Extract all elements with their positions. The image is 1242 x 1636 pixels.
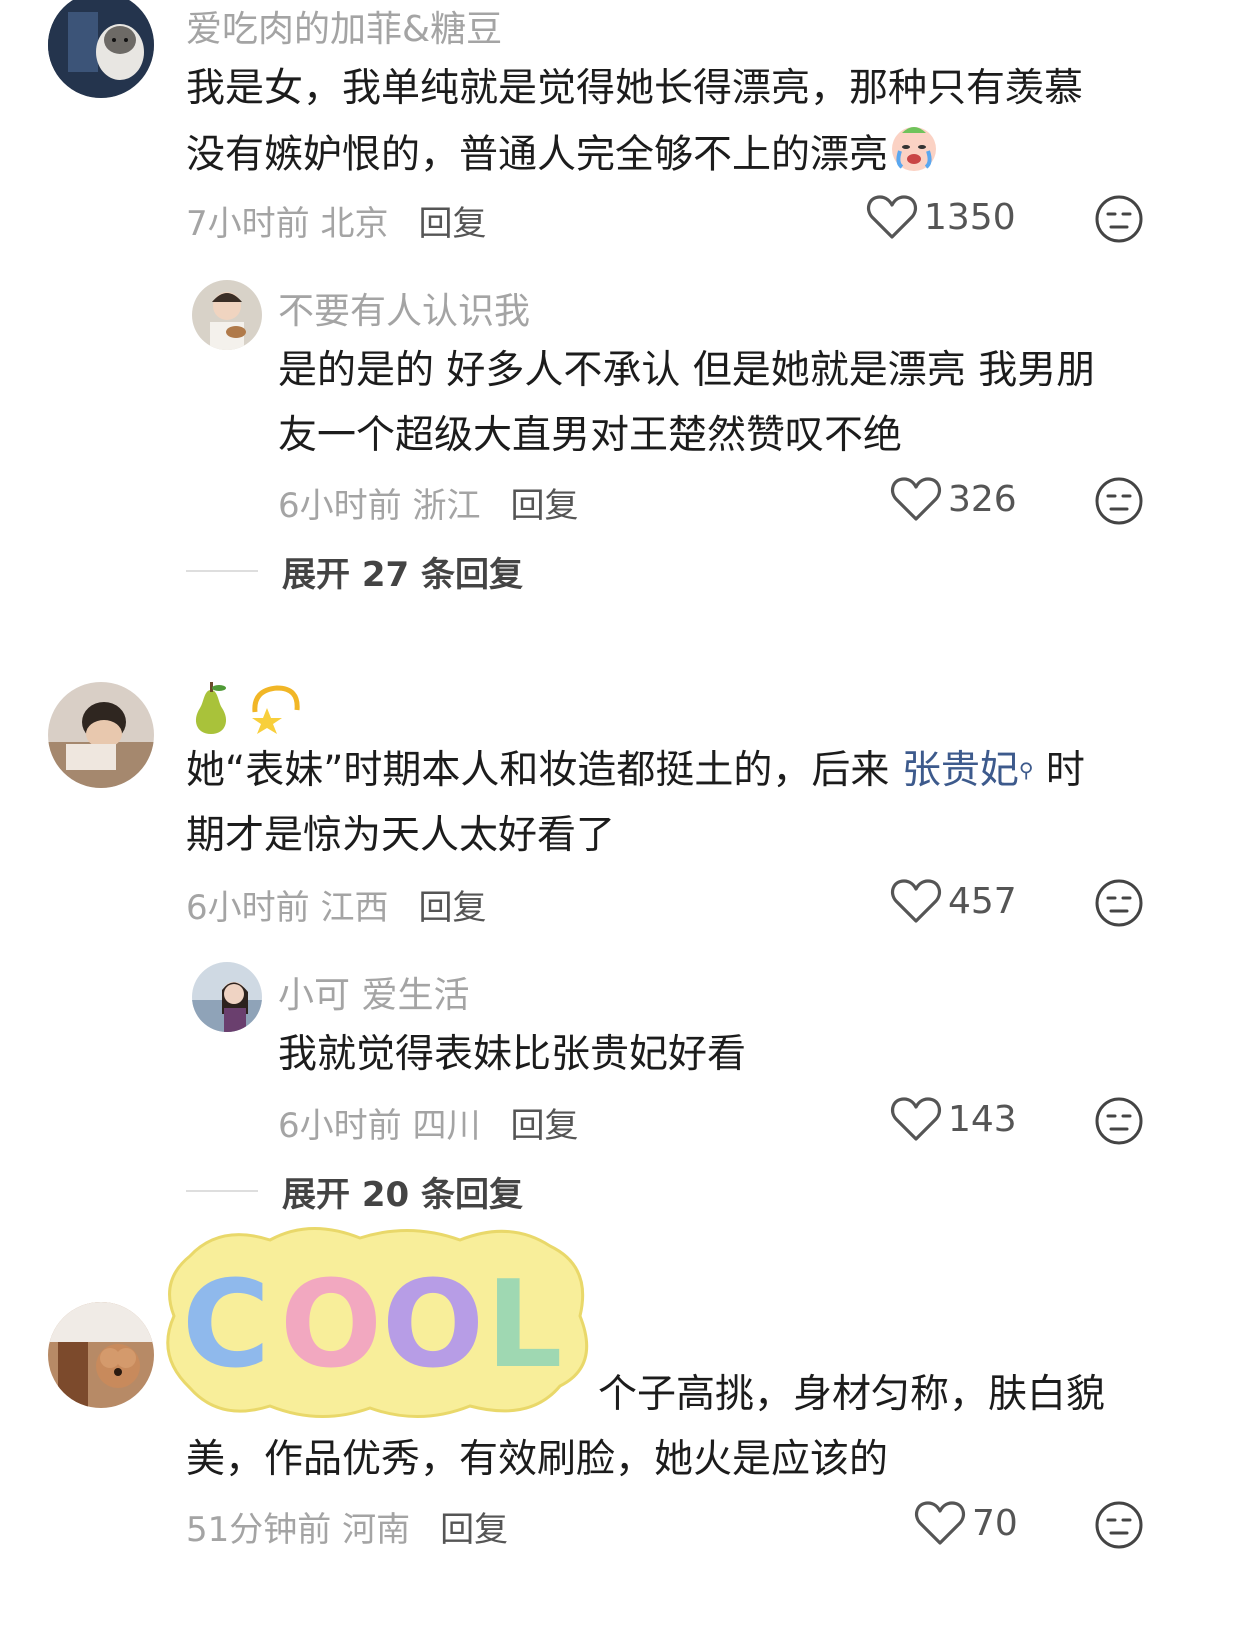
reply-button[interactable]: 回复 xyxy=(510,1106,578,1146)
expand-replies-label: 展开 20 条回复 xyxy=(282,1174,523,1215)
reply-button[interactable]: 回复 xyxy=(418,204,486,244)
comment-text-line: 她“表妹”时期本人和妆造都挺土的，后来 张贵妃⚲ 时 xyxy=(186,748,1085,793)
comment-text: 她“表妹”时期本人和妆造都挺土的，后来 张贵妃⚲ 时 期才是惊为天人太好看了 xyxy=(186,738,1166,868)
timestamp: 7小时前 xyxy=(186,204,310,244)
timestamp: 6小时前 xyxy=(278,1106,402,1146)
username-emoji-row xyxy=(186,682,303,738)
like-button[interactable]: 70 xyxy=(914,1498,1018,1548)
dislike-face-icon[interactable] xyxy=(1094,476,1144,526)
heart-icon xyxy=(890,1097,942,1141)
expand-replies-label: 展开 27 条回复 xyxy=(282,554,523,595)
expand-replies[interactable]: 展开 27 条回复 xyxy=(186,546,523,596)
location: 江西 xyxy=(320,888,389,928)
reply-avatar[interactable] xyxy=(192,280,262,350)
reply-avatar[interactable] xyxy=(192,962,262,1032)
reply-text-line: 我就觉得表妹比张贵妃好看 xyxy=(278,1032,747,1077)
like-count: 457 xyxy=(948,880,1017,922)
location: 河南 xyxy=(342,1510,411,1550)
location: 浙江 xyxy=(412,486,481,526)
divider xyxy=(186,1190,258,1192)
like-count: 1350 xyxy=(924,196,1016,238)
dislike-face-icon[interactable] xyxy=(1094,194,1144,244)
reply-username[interactable]: 小可 爱生活 xyxy=(278,966,469,1018)
reply-button[interactable]: 回复 xyxy=(440,1510,508,1550)
sticker-letter-o: O xyxy=(382,1256,484,1395)
search-link[interactable]: 张贵妃 xyxy=(902,748,1019,793)
like-count: 70 xyxy=(972,1502,1018,1544)
like-button[interactable]: 457 xyxy=(890,876,1017,926)
reply-text: 是的是的 好多人不承认 但是她就是漂亮 我男朋 友一个超级大直男对王楚然赞叹不绝 xyxy=(278,338,1158,468)
avatar[interactable] xyxy=(48,682,154,788)
like-count: 326 xyxy=(948,478,1017,520)
dislike-face-icon[interactable] xyxy=(1094,878,1144,928)
comment-text: 我是女，我单纯就是觉得她长得漂亮，那种只有羡慕 没有嫉妒恨的，普通人完全够不上的… xyxy=(186,56,1146,193)
timestamp: 51分钟前 xyxy=(186,1510,332,1550)
like-button[interactable]: 143 xyxy=(890,1094,1017,1144)
crying-face-icon xyxy=(888,121,940,193)
comment-text-line: 美，作品优秀，有效刷脸，她火是应该的 xyxy=(186,1437,889,1482)
heart-icon xyxy=(890,879,942,923)
reply-button[interactable]: 回复 xyxy=(418,888,486,928)
search-icon[interactable]: ⚲ xyxy=(1019,758,1034,782)
avatar[interactable] xyxy=(48,1302,154,1408)
timestamp: 6小时前 xyxy=(278,486,402,526)
like-button[interactable]: 1350 xyxy=(866,192,1016,242)
dizzy-star-icon xyxy=(247,682,303,740)
comment-meta: 7小时前 北京 回复 xyxy=(186,196,486,245)
cool-sticker: C O O L xyxy=(160,1216,600,1426)
reply-meta: 6小时前 浙江 回复 xyxy=(278,478,578,527)
sticker-letter-c: C xyxy=(182,1256,270,1395)
timestamp: 6小时前 xyxy=(186,888,310,928)
comment-text-line: 我是女，我单纯就是觉得她长得漂亮，那种只有羡慕 xyxy=(186,66,1084,111)
reply-username[interactable]: 不要有人认识我 xyxy=(278,282,530,334)
comment-meta: 6小时前 江西 回复 xyxy=(186,880,486,929)
heart-icon xyxy=(914,1501,966,1545)
pear-icon xyxy=(186,682,236,740)
sticker-letter-o: O xyxy=(280,1256,382,1395)
username[interactable]: 爱吃肉的加菲&糖豆 xyxy=(186,0,502,52)
heart-icon xyxy=(890,477,942,521)
avatar[interactable] xyxy=(48,0,154,98)
reply-meta: 6小时前 四川 回复 xyxy=(278,1098,578,1147)
divider xyxy=(186,570,258,572)
expand-replies[interactable]: 展开 20 条回复 xyxy=(186,1166,523,1216)
dislike-face-icon[interactable] xyxy=(1094,1500,1144,1550)
location: 北京 xyxy=(320,204,389,244)
location: 四川 xyxy=(412,1106,481,1146)
like-count: 143 xyxy=(948,1098,1017,1140)
comment-text-line: 没有嫉妒恨的，普通人完全够不上的漂亮 xyxy=(186,121,1146,193)
reply-text-line: 友一个超级大直男对王楚然赞叹不绝 xyxy=(278,413,903,458)
like-button[interactable]: 326 xyxy=(890,474,1017,524)
reply-text: 我就觉得表妹比张贵妃好看 xyxy=(278,1022,1158,1087)
reply-button[interactable]: 回复 xyxy=(510,486,578,526)
sticker-letter-l: L xyxy=(486,1256,562,1395)
dislike-face-icon[interactable] xyxy=(1094,1096,1144,1146)
comment-meta: 51分钟前 河南 回复 xyxy=(186,1502,508,1551)
sticker-graphic: C O O L xyxy=(166,1227,589,1419)
comment-text-line: 期才是惊为天人太好看了 xyxy=(186,813,616,858)
heart-icon xyxy=(866,195,918,239)
reply-text-line: 是的是的 好多人不承认 但是她就是漂亮 我男朋 xyxy=(278,348,1096,393)
